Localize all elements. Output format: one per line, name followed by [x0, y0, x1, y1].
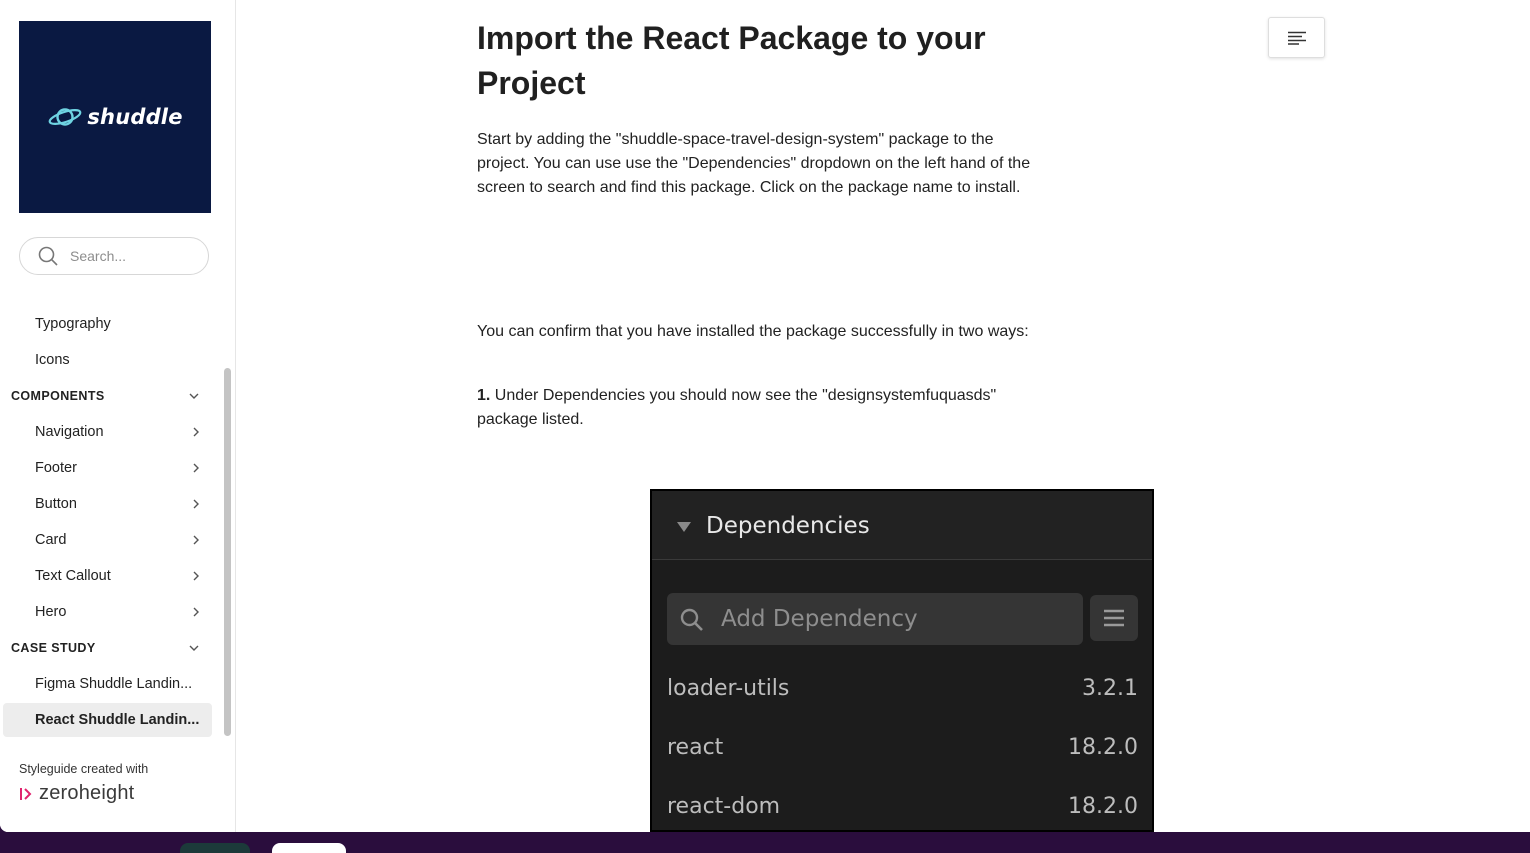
sidebar-item-button[interactable]: Button: [3, 487, 212, 521]
menu-icon: [1090, 595, 1138, 641]
step-text: Under Dependencies you should now see th…: [477, 387, 997, 428]
sidebar-item-icons[interactable]: Icons: [3, 343, 212, 377]
section-label: COMPONENTS: [11, 389, 105, 403]
dependency-row: react-dom 18.2.0: [667, 788, 1138, 828]
step-number: 1.: [477, 387, 491, 404]
section-case-study[interactable]: CASE STUDY: [0, 631, 212, 665]
logo-text: shuddle: [87, 105, 183, 129]
sidebar-item-card[interactable]: Card: [3, 523, 212, 557]
sidebar-item-typography[interactable]: Typography: [3, 307, 212, 341]
sidebar-item-label: Navigation: [35, 424, 104, 440]
chevron-down-icon: [189, 645, 199, 651]
dependency-version: 18.2.0: [1068, 735, 1138, 760]
dependency-version: 18.2.0: [1068, 794, 1138, 819]
search-input[interactable]: [68, 247, 192, 265]
styleguide-credit[interactable]: Styleguide created with zeroheight: [19, 762, 148, 805]
sidebar-item-hero[interactable]: Hero: [3, 595, 212, 629]
dependency-version: 3.2.1: [1082, 676, 1138, 701]
brand-logo[interactable]: shuddle: [19, 21, 211, 213]
sidebar-item-label: Button: [35, 496, 77, 512]
triangle-down-icon: [677, 522, 691, 532]
planet-icon: [48, 108, 82, 126]
credit-label: Styleguide created with: [19, 762, 149, 776]
chevron-right-icon: [193, 427, 199, 437]
dependency-name: loader-utils: [667, 676, 790, 701]
dependencies-header: Dependencies: [652, 491, 1152, 560]
sidebar-scrollbar-thumb[interactable]: [224, 368, 231, 736]
sidebar-item-label: Text Callout: [35, 568, 111, 584]
zeroheight-logo-icon: [20, 787, 32, 800]
chevron-right-icon: [193, 571, 199, 581]
add-dependency-field: Add Dependency: [667, 593, 1083, 645]
section-label: CASE STUDY: [11, 641, 96, 655]
section-components[interactable]: COMPONENTS: [0, 379, 212, 413]
dock-item[interactable]: [180, 843, 250, 853]
search-icon: [38, 246, 58, 266]
dependencies-title: Dependencies: [706, 513, 870, 539]
table-of-contents-icon: [1287, 31, 1306, 45]
page-title: Import the React Package to your Project: [477, 20, 986, 101]
sidebar-item-label: Footer: [35, 460, 77, 476]
dependency-row: react 18.2.0: [667, 729, 1138, 769]
chevron-right-icon: [193, 607, 199, 617]
step-1-paragraph: 1. Under Dependencies you should now see…: [477, 384, 1037, 432]
sidebar-item-label: Card: [35, 532, 67, 548]
dependency-row: loader-utils 3.2.1: [667, 670, 1138, 710]
sidebar-item-label: Hero: [35, 604, 67, 620]
sidebar-item-label: Figma Shuddle Landin...: [35, 676, 193, 692]
dependencies-screenshot: Dependencies Add Dependency loader-utils…: [650, 489, 1154, 832]
dock-item[interactable]: [272, 843, 346, 853]
table-of-contents-button[interactable]: [1268, 17, 1325, 58]
add-dependency-placeholder: Add Dependency: [721, 606, 918, 632]
sidebar-item-text-callout[interactable]: Text Callout: [3, 559, 212, 593]
sidebar-item-navigation[interactable]: Navigation: [3, 415, 212, 449]
sidebar-item-label: React Shuddle Landin...: [35, 712, 200, 728]
chevron-right-icon: [193, 463, 199, 473]
sidebar: shuddle Typography Icons COMPONENTS Navi…: [0, 0, 236, 832]
confirm-paragraph: You can confirm that you have installed …: [477, 323, 1029, 340]
zeroheight-brand: zeroheight: [39, 782, 135, 804]
sidebar-item-footer[interactable]: Footer: [3, 451, 212, 485]
sidebar-item-react-shuddle-landing[interactable]: React Shuddle Landin...: [3, 703, 212, 737]
dependency-name: react: [667, 735, 724, 760]
chevron-down-icon: [189, 393, 199, 399]
page: shuddle Typography Icons COMPONENTS Navi…: [0, 0, 1530, 832]
chevron-right-icon: [193, 535, 199, 545]
sidebar-nav: Typography Icons COMPONENTS Navigation F…: [0, 306, 216, 738]
chevron-right-icon: [193, 499, 199, 509]
sidebar-item-label: Typography: [35, 316, 111, 332]
sidebar-item-figma-shuddle-landing[interactable]: Figma Shuddle Landin...: [3, 667, 212, 701]
search-icon: [680, 608, 703, 631]
search-box[interactable]: [19, 237, 209, 275]
dependency-name: react-dom: [667, 794, 781, 819]
intro-paragraph: Start by adding the "shuddle-space-trave…: [477, 131, 1031, 196]
sidebar-item-label: Icons: [35, 352, 70, 368]
